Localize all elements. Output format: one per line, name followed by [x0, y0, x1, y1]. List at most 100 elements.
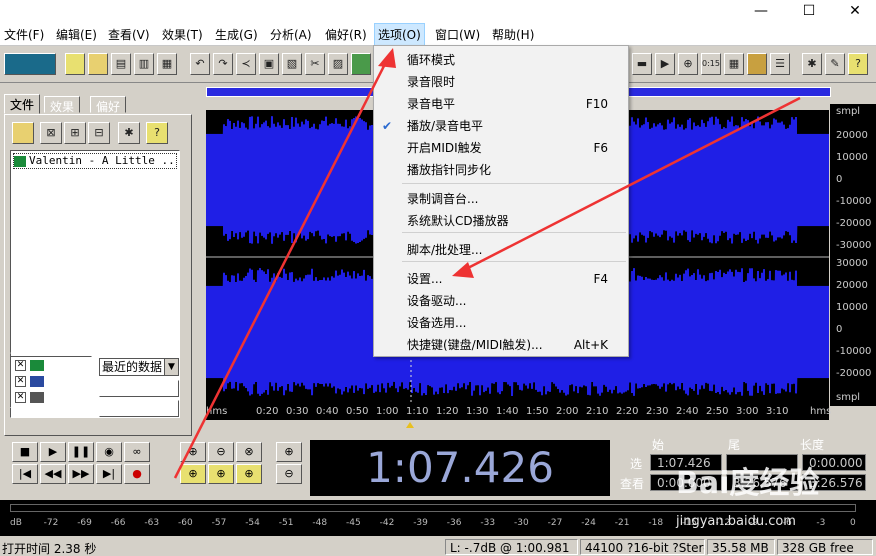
- list-item[interactable]: Valentin - A Little ...: [13, 153, 177, 169]
- go-to-end-button[interactable]: ▶|: [96, 464, 122, 484]
- rewind-button[interactable]: ◀◀: [40, 464, 66, 484]
- menu-analyze[interactable]: 分析(A): [270, 26, 312, 43]
- close-selected-icon[interactable]: ⊟: [88, 122, 110, 144]
- undo-icon[interactable]: ↶: [190, 53, 210, 75]
- play-icon[interactable]: ▶: [655, 53, 675, 75]
- zoom-icon[interactable]: ⊕: [678, 53, 698, 75]
- list-icon[interactable]: ☰: [770, 53, 790, 75]
- menu-item-12[interactable]: 快捷键(键盘/MIDI触发)... Alt+K: [374, 334, 628, 356]
- tab-files[interactable]: 文件: [4, 94, 41, 114]
- trim-icon[interactable]: [351, 53, 371, 75]
- fast-forward-button[interactable]: ▶▶: [68, 464, 94, 484]
- autoplay-button[interactable]: 自动播放: [99, 380, 179, 397]
- zoom-selection-icon[interactable]: ⊕: [236, 464, 262, 484]
- menu-options[interactable]: 选项(O): [374, 23, 425, 46]
- maximize-button[interactable]: ☐: [786, 0, 832, 22]
- play-cursor-marker[interactable]: [406, 422, 414, 428]
- grid-icon[interactable]: ▦: [724, 53, 744, 75]
- play-button[interactable]: ▶: [40, 442, 66, 462]
- go-to-start-button[interactable]: |◀: [12, 464, 38, 484]
- time-tick: hms: [206, 406, 228, 417]
- menu-help[interactable]: 帮助(H): [492, 26, 534, 43]
- pause-button[interactable]: ❚❚: [68, 442, 94, 462]
- menu-item-7[interactable]: 系统默认CD播放器: [374, 210, 628, 232]
- zoom-right-icon[interactable]: ⊕: [208, 464, 234, 484]
- open-folder-icon[interactable]: [88, 53, 108, 75]
- tab-effects[interactable]: 效果: [44, 96, 81, 114]
- menu-item-1[interactable]: 录音限时: [374, 71, 628, 93]
- open-file-icon[interactable]: [12, 122, 34, 144]
- record-button[interactable]: ●: [124, 464, 150, 484]
- type-video-checkbox[interactable]: ✕: [15, 392, 26, 403]
- mix-paste-icon[interactable]: ▨: [328, 53, 348, 75]
- menu-file[interactable]: 文件(F): [4, 26, 44, 43]
- menu-item-label: 播放指针同步化: [407, 163, 492, 177]
- zoom-in-vertical-icon[interactable]: ⊕: [276, 442, 302, 462]
- zoom-left-icon[interactable]: ⊕: [180, 464, 206, 484]
- zoom-out-vertical-icon[interactable]: ⊖: [276, 464, 302, 484]
- paste-icon[interactable]: ▧: [282, 53, 302, 75]
- stop-button[interactable]: ■: [12, 442, 38, 462]
- menu-item-4[interactable]: 开启MIDI触发 F6: [374, 137, 628, 159]
- menu-item-0[interactable]: 循环模式: [374, 49, 628, 71]
- new-file-icon[interactable]: [65, 53, 85, 75]
- menu-effects[interactable]: 效果(T): [162, 26, 203, 43]
- loop-button[interactable]: ∞: [124, 442, 150, 462]
- copy-icon[interactable]: ▣: [259, 53, 279, 75]
- type-wave-checkbox[interactable]: ✕: [15, 360, 26, 371]
- menu-item-10[interactable]: 设备驱动...: [374, 290, 628, 312]
- help-icon[interactable]: ?: [848, 53, 868, 75]
- level-tick: -69: [77, 518, 92, 528]
- close-all-icon[interactable]: ⊞: [64, 122, 86, 144]
- play-to-end-button[interactable]: ◉: [96, 442, 122, 462]
- menu-window[interactable]: 窗口(W): [435, 26, 480, 43]
- menu-item-2[interactable]: 录音电平 F10: [374, 93, 628, 115]
- menu-item-8[interactable]: 脚本/批处理...: [374, 239, 628, 261]
- chevron-down-icon: ▼: [164, 359, 178, 375]
- amplitude-tick: 0: [836, 174, 843, 185]
- save-as-icon[interactable]: ▥: [134, 53, 154, 75]
- select-length-field[interactable]: 0:00.000: [802, 454, 866, 471]
- save-all-icon[interactable]: ▦: [157, 53, 177, 75]
- type-wave-label: 波形: [47, 360, 72, 374]
- menu-favorites[interactable]: 偏好(R): [325, 26, 367, 43]
- zoom-full-icon[interactable]: ⊗: [236, 442, 262, 462]
- save-icon[interactable]: ▤: [111, 53, 131, 75]
- minimize-button[interactable]: —: [738, 0, 784, 22]
- menu-item-9[interactable]: 设置... F4: [374, 268, 628, 290]
- zoom-out-icon[interactable]: ⊖: [208, 442, 234, 462]
- cut-icon[interactable]: ✂: [305, 53, 325, 75]
- menu-item-11[interactable]: 设备选用...: [374, 312, 628, 334]
- view-length-field[interactable]: 3:26.576: [802, 474, 866, 491]
- waveform-view-icon[interactable]: [4, 53, 56, 75]
- kind-select[interactable]: 最近的数据 ▼: [99, 358, 179, 376]
- view-end-field[interactable]: 3:26.576: [726, 474, 798, 491]
- select-end-field[interactable]: [726, 454, 798, 471]
- select-start-field[interactable]: 1:07.426: [650, 454, 722, 471]
- menu-view[interactable]: 查看(V): [108, 26, 150, 43]
- menu-item-3[interactable]: ✔ 播放/录音电平: [374, 115, 628, 137]
- type-midi-checkbox[interactable]: ✕: [15, 376, 26, 387]
- zoom-in-icon[interactable]: ⊕: [180, 442, 206, 462]
- time-tick: 0:30: [286, 406, 309, 417]
- organizer-settings-icon[interactable]: ✱: [118, 122, 140, 144]
- settings-icon[interactable]: ✱: [802, 53, 822, 75]
- menu-generate[interactable]: 生成(G): [215, 26, 258, 43]
- menu-item-5[interactable]: 播放指针同步化: [374, 159, 628, 181]
- close-button[interactable]: ✕: [832, 0, 876, 22]
- pencil-icon[interactable]: ✎: [825, 53, 845, 75]
- view-start-field[interactable]: 0:00.000: [650, 474, 722, 491]
- close-file-icon[interactable]: ⊠: [40, 122, 62, 144]
- time-format-icon[interactable]: 0:15: [701, 53, 721, 75]
- menu-edit[interactable]: 编辑(E): [56, 26, 97, 43]
- repeat-icon[interactable]: ≺: [236, 53, 256, 75]
- tab-favorites[interactable]: 偏好: [90, 96, 127, 114]
- spectral-icon[interactable]: [747, 53, 767, 75]
- cue-icon[interactable]: ▬: [632, 53, 652, 75]
- time-tick: 2:40: [676, 406, 699, 417]
- organizer-help-icon[interactable]: ?: [146, 122, 168, 144]
- redo-icon[interactable]: ↷: [213, 53, 233, 75]
- full-path-button[interactable]: 完整路径: [99, 400, 179, 417]
- menu-item-6[interactable]: 录制调音台...: [374, 188, 628, 210]
- level-tick: -33: [480, 518, 496, 528]
